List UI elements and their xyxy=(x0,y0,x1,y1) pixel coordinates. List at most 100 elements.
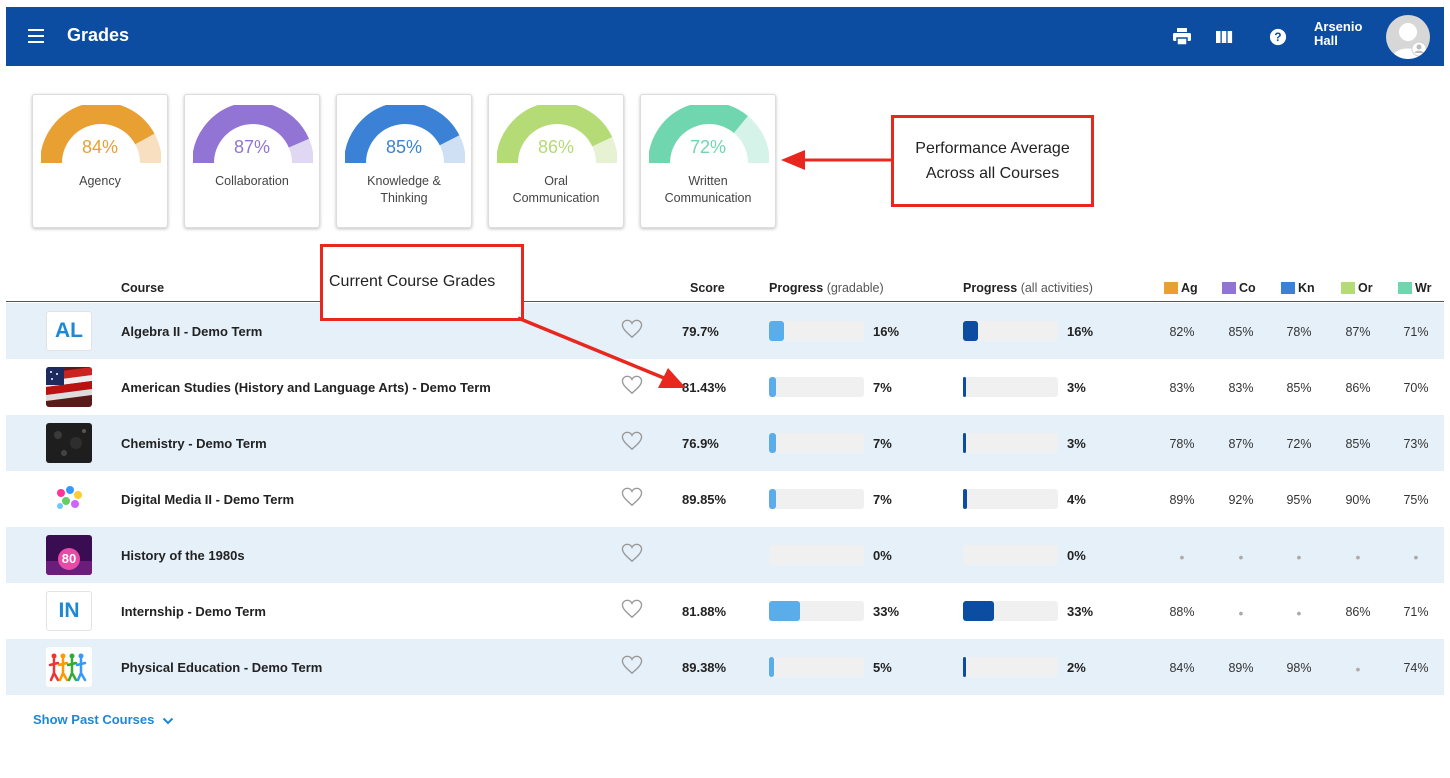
performance-average-callout: Performance Average Across all Courses xyxy=(891,115,1094,207)
avatar[interactable] xyxy=(1386,15,1430,59)
heart-icon[interactable] xyxy=(621,599,643,619)
competency-wr-value: 73% xyxy=(1403,437,1429,451)
progress-all-fill xyxy=(963,433,966,453)
course-name[interactable]: Internship - Demo Term xyxy=(121,604,266,619)
show-past-courses-link[interactable]: Show Past Courses xyxy=(33,712,174,727)
progress-gradable-fill xyxy=(769,321,785,341)
competency-ag-value: 89% xyxy=(1169,493,1195,507)
table-row[interactable]: AL Algebra II - Demo Term 79.7% 16% 16% 82% 85… xyxy=(6,303,1444,359)
competency-or-value: 86% xyxy=(1345,605,1371,619)
course-name[interactable]: Chemistry - Demo Term xyxy=(121,436,267,451)
help-icon[interactable]: ? xyxy=(1268,28,1288,46)
knowledge-legend-swatch xyxy=(1281,282,1295,294)
table-row[interactable]: 80 History of the 1980s 0% 0% • • • • • xyxy=(6,527,1444,583)
progress-gradable-fill xyxy=(769,377,776,397)
hamburger-menu-icon[interactable] xyxy=(28,29,44,43)
gauge-value: 87% xyxy=(233,137,271,157)
course-image xyxy=(46,647,92,687)
course-name[interactable]: Physical Education - Demo Term xyxy=(121,660,322,675)
competency-co-value: • xyxy=(1238,605,1244,621)
table-row[interactable]: American Studies (History and Language A… xyxy=(6,359,1444,415)
gauge-card[interactable]: 85% Knowledge & Thinking xyxy=(336,94,472,228)
gauge-label: Written Communication xyxy=(664,174,752,205)
progress-all-bar xyxy=(963,545,1058,565)
competency-or-value: 85% xyxy=(1345,437,1371,451)
progress-all-bar xyxy=(963,433,1058,453)
heart-icon[interactable] xyxy=(621,487,643,507)
progress-gradable-bar xyxy=(769,601,864,621)
flag-image-icon xyxy=(46,367,92,407)
competency-kn-value: 95% xyxy=(1286,493,1312,507)
agency-column-header[interactable]: Ag xyxy=(1164,281,1198,295)
competency-wr-value: 75% xyxy=(1403,493,1429,507)
competency-ag-value: 88% xyxy=(1169,605,1195,619)
progress-gradable-percent: 7% xyxy=(873,380,892,395)
progress-all-percent: 4% xyxy=(1067,492,1086,507)
course-name[interactable]: American Studies (History and Language A… xyxy=(121,380,491,395)
table-row[interactable]: Physical Education - Demo Term 89.38% 5% 2%… xyxy=(6,639,1444,695)
progress-all-percent: 33% xyxy=(1067,604,1094,619)
svg-text:80: 80 xyxy=(62,551,76,566)
progress-gradable-percent: 0% xyxy=(873,548,892,563)
print-icon[interactable] xyxy=(1172,28,1192,46)
competency-wr-value: • xyxy=(1413,549,1419,565)
progress-gradable-column-header[interactable]: Progress (gradable) xyxy=(769,281,884,295)
competency-ag-value: 84% xyxy=(1169,661,1195,675)
gauge-card[interactable]: 86% Oral Communication xyxy=(488,94,624,228)
competency-co-value: 92% xyxy=(1228,493,1254,507)
oral-column-header[interactable]: Or xyxy=(1341,281,1373,295)
competency-kn-value: • xyxy=(1296,549,1302,565)
knowledge-column-header[interactable]: Kn xyxy=(1281,281,1315,295)
course-image xyxy=(46,367,92,407)
competency-co-value: 83% xyxy=(1228,381,1254,395)
heart-icon[interactable] xyxy=(621,543,643,563)
table-row[interactable]: Digital Media II - Demo Term 89.85% 7% 4% 89… xyxy=(6,471,1444,527)
collaboration-legend-swatch xyxy=(1222,282,1236,294)
heart-icon[interactable] xyxy=(621,431,643,451)
page-title: Grades xyxy=(67,25,130,45)
course-image xyxy=(46,479,92,519)
progress-gradable-bar xyxy=(769,657,864,677)
course-column-header[interactable]: Course xyxy=(121,281,164,295)
progress-all-bar xyxy=(963,377,1058,397)
score-column-header[interactable]: Score xyxy=(690,281,725,295)
progress-gradable-percent: 16% xyxy=(873,324,900,339)
physical-education-image-icon xyxy=(46,647,92,687)
progress-all-percent: 3% xyxy=(1067,436,1086,451)
progress-gradable-fill xyxy=(769,489,776,509)
user-name[interactable]: Arsenio Hall xyxy=(1314,20,1374,48)
gauge-label: Oral Communication xyxy=(512,174,600,205)
collaboration-column-header[interactable]: Co xyxy=(1222,281,1256,295)
course-name[interactable]: Algebra II - Demo Term xyxy=(121,324,262,339)
competency-or-value: • xyxy=(1355,661,1361,677)
competency-ag-value: 83% xyxy=(1169,381,1195,395)
table-row[interactable]: Chemistry - Demo Term 76.9% 7% 3% 78% 87% 72% 8… xyxy=(6,415,1444,471)
gauge-label: Collaboration xyxy=(215,174,289,188)
course-name[interactable]: History of the 1980s xyxy=(121,548,245,563)
chemistry-image-icon xyxy=(46,423,92,463)
progress-gradable-bar xyxy=(769,377,864,397)
competency-wr-value: 71% xyxy=(1403,325,1429,339)
written-column-header[interactable]: Wr xyxy=(1398,281,1431,295)
course-name[interactable]: Digital Media II - Demo Term xyxy=(121,492,294,507)
progress-all-percent: 3% xyxy=(1067,380,1086,395)
gauge-card[interactable]: 87% Collaboration xyxy=(184,94,320,228)
competency-or-value: • xyxy=(1355,549,1361,565)
gauge-card[interactable]: 84% Agency xyxy=(32,94,168,228)
progress-all-column-header[interactable]: Progress (all activities) xyxy=(963,281,1093,295)
gauge-card[interactable]: 72% Written Communication xyxy=(640,94,776,228)
heart-icon[interactable] xyxy=(621,655,643,675)
course-score: 89.38% xyxy=(682,660,727,675)
table-header: Course Score Progress (gradable) Progres… xyxy=(6,269,1444,302)
progress-gradable-bar xyxy=(769,321,864,341)
competency-wr-value: 71% xyxy=(1403,605,1429,619)
progress-gradable-percent: 5% xyxy=(873,660,892,675)
course-image xyxy=(46,423,92,463)
table-row[interactable]: IN Internship - Demo Term 81.88% 33% 33% 88% •… xyxy=(6,583,1444,639)
gauge-label: Knowledge & Thinking xyxy=(367,174,441,205)
progress-all-percent: 0% xyxy=(1067,548,1086,563)
user-silhouette-icon xyxy=(1392,23,1427,59)
columns-icon[interactable] xyxy=(1214,28,1234,46)
course-score: 89.85% xyxy=(682,492,727,507)
competency-ag-value: • xyxy=(1179,549,1185,565)
